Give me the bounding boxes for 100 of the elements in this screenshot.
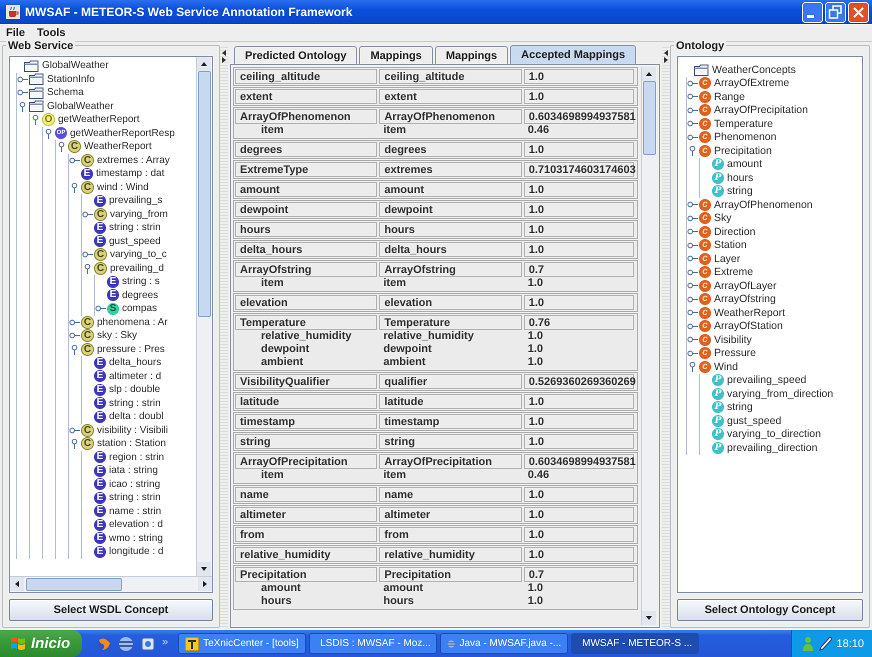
target-concept[interactable]: timestamp [379, 414, 522, 429]
collapsed-handle-icon[interactable] [687, 348, 698, 359]
tree-item[interactable]: prevailing_d [110, 262, 164, 274]
expanded-handle-icon[interactable] [56, 141, 67, 152]
expanded-handle-icon[interactable] [30, 114, 41, 126]
tree-item[interactable]: string : strin [109, 492, 161, 504]
target-concept[interactable]: from [379, 527, 522, 542]
target-concept[interactable]: hours [379, 222, 522, 237]
tree-item[interactable]: Precipitation [714, 144, 772, 157]
tree-item[interactable]: getWeatherReport [58, 114, 140, 126]
tree-item[interactable]: Pressure [714, 347, 756, 360]
target-concept[interactable]: ArrayOfstring [379, 262, 522, 277]
tree-item[interactable]: altimeter : d [109, 370, 162, 382]
target-concept[interactable]: elevation [379, 295, 522, 310]
tree-item[interactable]: hours [727, 172, 754, 184]
collapsed-handle-icon[interactable] [687, 280, 698, 292]
tree-item[interactable]: WeatherReport [714, 306, 786, 319]
target-concept[interactable]: altimeter [379, 507, 522, 522]
tree-item[interactable]: sky : Sky [97, 330, 138, 342]
tab[interactable]: Predicted Ontology [234, 46, 358, 64]
expanded-handle-icon[interactable] [82, 262, 93, 274]
source-concept[interactable]: from [235, 527, 378, 542]
tree-item[interactable]: wmo : string [109, 532, 163, 544]
taskbar-button[interactable]: LSDIS : MWSAF - Moz... [309, 633, 438, 654]
tree-item[interactable]: string [727, 185, 753, 198]
tree-item[interactable]: phenomena : Ar [97, 316, 168, 328]
source-concept[interactable]: hours [235, 222, 378, 237]
scroll-right-icon[interactable] [198, 577, 212, 591]
collapsed-handle-icon[interactable] [687, 118, 698, 130]
source-concept[interactable]: dewpoint [235, 202, 378, 217]
tree-item[interactable]: ArrayOfPhenomenon [714, 198, 813, 211]
tab[interactable]: Mappings [359, 46, 433, 64]
target-concept[interactable]: amount [379, 182, 522, 197]
tree-item[interactable]: compas [122, 303, 158, 314]
globe-icon[interactable] [96, 636, 112, 652]
source-concept[interactable]: ArrayOfPhenomenon [235, 109, 378, 124]
target-concept[interactable]: latitude [379, 394, 522, 409]
target-concept[interactable]: degrees [379, 142, 522, 157]
tree-item[interactable]: Schema [47, 87, 84, 98]
collapsed-handle-icon[interactable] [687, 240, 698, 251]
tree-item[interactable]: ArrayOfLayer [714, 280, 776, 292]
collapsed-handle-icon[interactable] [687, 132, 698, 143]
tree-item[interactable]: Station [714, 239, 747, 252]
source-concept[interactable]: altimeter [235, 507, 378, 522]
target-concept[interactable]: string [379, 434, 522, 449]
collapsed-handle-icon[interactable] [69, 154, 80, 166]
taskbar-button[interactable]: MWSAF - METEOR-S ... [571, 633, 700, 654]
select-button[interactable]: Select Ontology Concept [677, 599, 863, 621]
tree-item[interactable]: string : s [122, 276, 160, 288]
select-button[interactable]: Select WSDL Concept [9, 599, 213, 621]
tree-item[interactable]: getWeatherReportResp [70, 128, 175, 139]
collapsed-handle-icon[interactable] [69, 424, 80, 436]
target-concept[interactable]: delta_hours [379, 242, 522, 257]
tree-item[interactable]: string : strin [109, 222, 161, 234]
source-concept[interactable]: timestamp [235, 414, 378, 429]
source-concept[interactable]: string [235, 434, 378, 449]
scroll-thumb[interactable] [643, 81, 656, 156]
tree-item[interactable]: iata : string [109, 465, 158, 476]
target-concept[interactable]: ceiling_altitude [379, 69, 522, 84]
close-icon[interactable] [848, 2, 869, 22]
pen-icon[interactable] [818, 636, 832, 652]
scroll-up-icon[interactable] [642, 67, 656, 81]
tree-item[interactable]: extremes : Array [97, 154, 170, 166]
tree-item[interactable]: varying_from [110, 208, 168, 220]
collapsed-handle-icon[interactable] [95, 303, 106, 314]
scroll-thumb[interactable] [198, 71, 211, 316]
scroll-up-icon[interactable] [197, 57, 211, 71]
tree-item[interactable]: Sky [714, 212, 732, 224]
source-concept[interactable]: ArrayOfPrecipitation [235, 454, 378, 469]
scroll-down-icon[interactable] [642, 611, 656, 625]
expanded-handle-icon[interactable] [69, 344, 80, 355]
tree-item[interactable]: prevailing_direction [727, 442, 818, 454]
tree-item[interactable]: varying_to_direction [727, 428, 821, 440]
start-button[interactable]: Inicio [0, 630, 82, 657]
tree-item[interactable]: gust_speed [727, 414, 782, 427]
target-concept[interactable]: Precipitation [379, 567, 522, 582]
tree-item[interactable]: ArrayOfstring [714, 293, 776, 306]
tree-item[interactable]: Temperature [714, 118, 773, 130]
tree-item[interactable]: delta_hours [109, 357, 162, 368]
tree-item[interactable]: pressure : Pres [97, 344, 165, 355]
taskbar-button[interactable]: Java - MWSAF.java -... [440, 633, 568, 654]
collapsed-handle-icon[interactable] [687, 320, 698, 332]
tree-item[interactable]: ArrayOfStation [714, 320, 783, 332]
collapsed-handle-icon[interactable] [687, 104, 698, 116]
target-concept[interactable]: extent [379, 89, 522, 104]
target-concept[interactable]: extremes [379, 162, 522, 177]
collapsed-handle-icon[interactable] [82, 208, 93, 220]
tree-item[interactable]: visibility : Visibili [97, 424, 168, 436]
expanded-handle-icon[interactable] [43, 128, 54, 139]
menu-item[interactable]: File [6, 26, 25, 38]
vertical-scrollbar[interactable] [196, 57, 212, 576]
collapsed-handle-icon[interactable] [69, 316, 80, 328]
tree-item[interactable]: amount [727, 158, 762, 170]
tree-item[interactable]: ArrayOfPrecipitation [714, 104, 808, 116]
tree-item[interactable]: varying_to_c [110, 249, 167, 260]
collapsed-handle-icon[interactable] [687, 294, 698, 305]
collapsed-handle-icon[interactable] [687, 253, 698, 264]
expanded-handle-icon[interactable] [687, 361, 698, 372]
source-concept[interactable]: relative_humidity [235, 547, 378, 562]
source-concept[interactable]: ceiling_altitude [235, 69, 378, 84]
